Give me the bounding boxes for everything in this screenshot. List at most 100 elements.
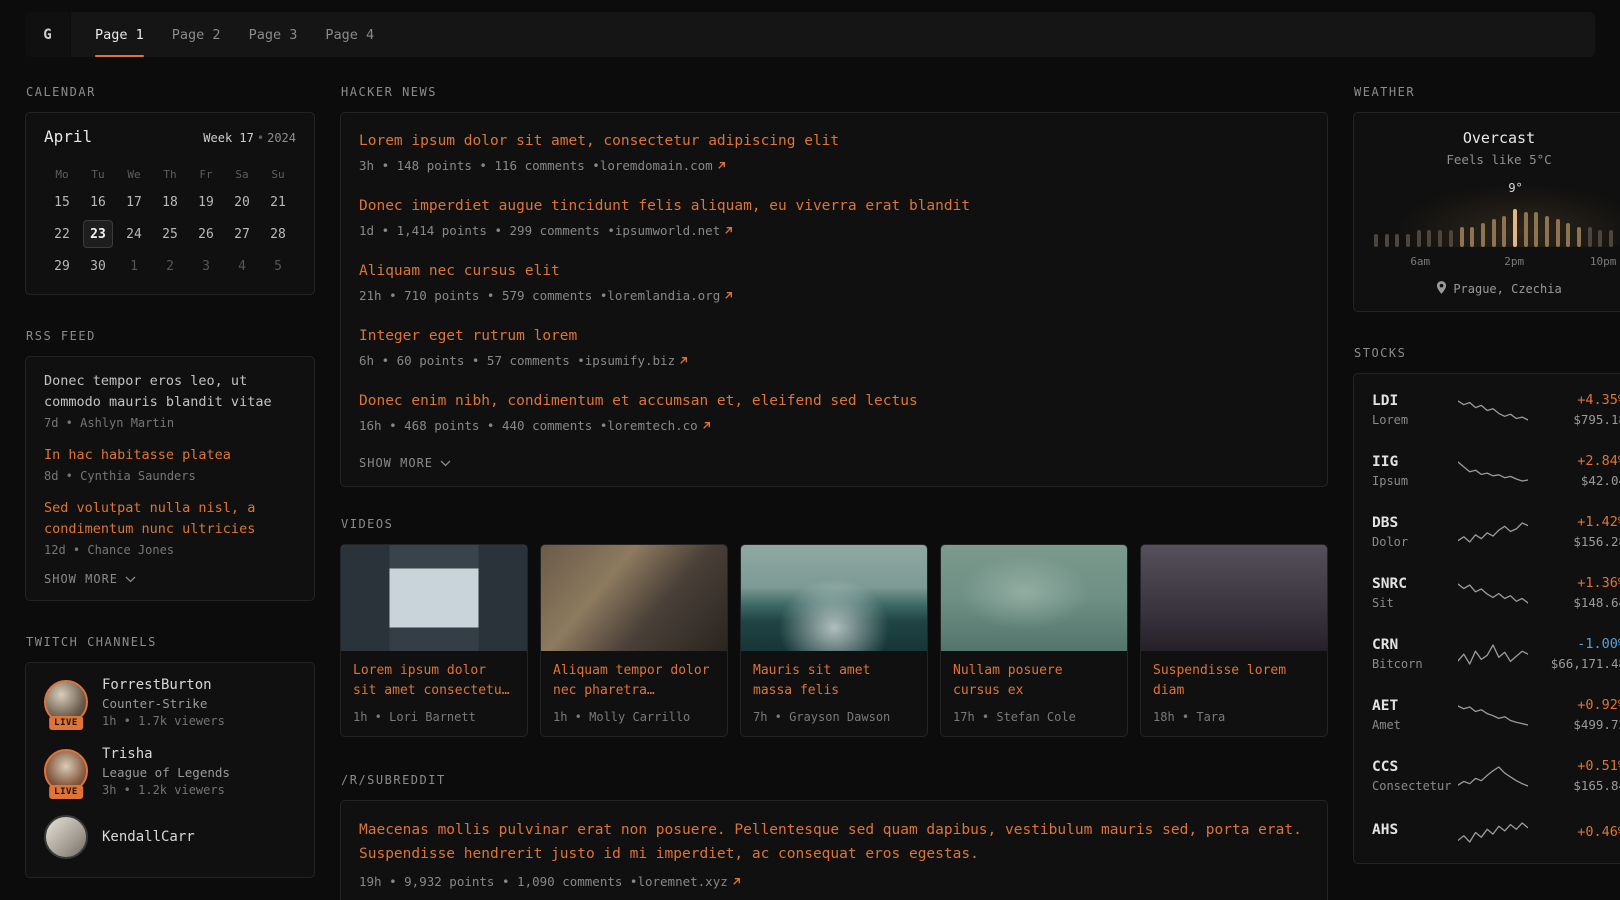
rss-item-title[interactable]: Sed volutpat nulla nisl, a condimentum n… xyxy=(44,498,296,540)
stock-row[interactable]: DBS Dolor +1.42% $156.28 xyxy=(1372,501,1620,562)
live-badge: LIVE xyxy=(49,785,83,799)
video-thumbnail[interactable] xyxy=(941,545,1127,651)
channel-name[interactable]: ForrestBurton xyxy=(102,677,225,693)
twitch-channel-row[interactable]: KendallCarr xyxy=(44,815,296,859)
video-title[interactable]: Suspendisse lorem diam xyxy=(1153,661,1315,701)
calendar-day[interactable]: 2 xyxy=(155,252,185,280)
hackernews-item-title[interactable]: Donec imperdiet augue tincidunt felis al… xyxy=(359,196,1309,217)
stock-change: +1.42% xyxy=(1528,514,1620,530)
weather-bar xyxy=(1470,227,1474,247)
stock-row[interactable]: AET Amet +0.92% $499.72 xyxy=(1372,684,1620,745)
channel-game: League of Legends xyxy=(102,765,230,780)
hackernews-item-title[interactable]: Donec enim nibh, condimentum et accumsan… xyxy=(359,391,1309,412)
video-title[interactable]: Aliquam tempor dolor nec pharetra… xyxy=(553,661,715,701)
twitch-channel-row[interactable]: LIVE Trisha League of Legends 3h • 1.2k … xyxy=(44,746,296,797)
calendar-day[interactable]: 15 xyxy=(47,188,77,216)
video-card[interactable]: Aliquam tempor dolor nec pharetra… 1h • … xyxy=(540,544,728,737)
video-title[interactable]: Mauris sit amet massa felis xyxy=(753,661,915,701)
video-thumbnail[interactable] xyxy=(541,545,727,651)
hackernews-item-domain-link[interactable]: loremlandia.org xyxy=(607,288,733,303)
stock-name: Lorem xyxy=(1372,413,1458,427)
subreddit-item-domain-link[interactable]: loremnet.xyz xyxy=(637,874,740,889)
channel-name[interactable]: Trisha xyxy=(102,746,230,762)
app-logo[interactable]: G xyxy=(25,12,71,57)
video-card[interactable]: Nullam posuere cursus ex 17h • Stefan Co… xyxy=(940,544,1128,737)
calendar-day[interactable]: 30 xyxy=(83,252,113,280)
calendar-day[interactable]: 22 xyxy=(47,220,77,248)
calendar-day[interactable]: 21 xyxy=(263,188,293,216)
page-tab[interactable]: Page 2 xyxy=(172,12,221,57)
stock-name: Bitcorn xyxy=(1372,657,1458,671)
calendar-day[interactable]: 29 xyxy=(47,252,77,280)
weather-temp-label: 9° xyxy=(1508,181,1522,195)
hackernews-item: Integer eget rutrum lorem 6h • 60 points… xyxy=(359,326,1309,368)
external-link-icon xyxy=(724,226,733,235)
rss-item-title[interactable]: Donec tempor eros leo, ut commodo mauris… xyxy=(44,371,296,413)
stocks-section-title: STOCKS xyxy=(1354,346,1620,360)
stock-row[interactable]: LDI Lorem +4.35% $795.18 xyxy=(1372,379,1620,440)
stock-sparkline xyxy=(1458,641,1528,667)
calendar-day[interactable]: 28 xyxy=(263,220,293,248)
page-tab[interactable]: Page 1 xyxy=(95,12,144,57)
rss-section-title: RSS FEED xyxy=(26,329,315,343)
hackernews-item-title[interactable]: Lorem ipsum dolor sit amet, consectetur … xyxy=(359,131,1309,152)
calendar-day[interactable]: 5 xyxy=(263,252,293,280)
channel-game: Counter-Strike xyxy=(102,696,225,711)
rss-show-more-button[interactable]: SHOW MORE xyxy=(44,572,136,586)
hackernews-item-domain-link[interactable]: ipsumworld.net xyxy=(615,223,733,238)
calendar-day[interactable]: 20 xyxy=(227,188,257,216)
hackernews-item-title[interactable]: Integer eget rutrum lorem xyxy=(359,326,1309,347)
channel-name[interactable]: KendallCarr xyxy=(102,829,195,845)
calendar-day[interactable]: 1 xyxy=(119,252,149,280)
stock-name: Ipsum xyxy=(1372,474,1458,488)
weather-bar xyxy=(1460,227,1464,247)
weather-bars xyxy=(1374,205,1620,247)
rss-item-title[interactable]: In hac habitasse platea xyxy=(44,445,296,466)
twitch-channel-row[interactable]: LIVE ForrestBurton Counter-Strike 1h • 1… xyxy=(44,677,296,728)
calendar-day[interactable]: 24 xyxy=(119,220,149,248)
video-card[interactable]: Lorem ipsum dolor sit amet consectetu… 1… xyxy=(340,544,528,737)
hackernews-item-title[interactable]: Aliquam nec cursus elit xyxy=(359,261,1309,282)
page-tab[interactable]: Page 3 xyxy=(249,12,298,57)
video-card[interactable]: Mauris sit amet massa felis 7h • Grayson… xyxy=(740,544,928,737)
hackernews-show-more-button[interactable]: SHOW MORE xyxy=(359,456,451,470)
calendar-day[interactable]: 16 xyxy=(83,188,113,216)
stock-row[interactable]: IIG Ipsum +2.84% $42.04 xyxy=(1372,440,1620,501)
weather-bar xyxy=(1534,212,1538,247)
calendar-day[interactable]: 18 xyxy=(155,188,185,216)
calendar-separator: • xyxy=(257,131,264,145)
video-thumbnail[interactable] xyxy=(741,545,927,651)
calendar-day[interactable]: 4 xyxy=(227,252,257,280)
weather-bar xyxy=(1492,219,1496,247)
stock-row[interactable]: SNRC Sit +1.36% $148.64 xyxy=(1372,562,1620,623)
video-title[interactable]: Nullam posuere cursus ex xyxy=(953,661,1115,701)
video-thumbnail[interactable] xyxy=(1141,545,1327,651)
stock-ticker: AHS xyxy=(1372,822,1458,838)
calendar-day[interactable]: 23 xyxy=(83,220,113,248)
page-tab[interactable]: Page 4 xyxy=(325,12,374,57)
calendar-day[interactable]: 27 xyxy=(227,220,257,248)
calendar-day[interactable]: 26 xyxy=(191,220,221,248)
hackernews-item: Lorem ipsum dolor sit amet, consectetur … xyxy=(359,131,1309,173)
video-title[interactable]: Lorem ipsum dolor sit amet consectetu… xyxy=(353,661,515,701)
calendar-day[interactable]: 17 xyxy=(119,188,149,216)
hackernews-item-domain-link[interactable]: loremtech.co xyxy=(607,418,710,433)
weather-time-labels: 6am2pm10pm xyxy=(1372,255,1620,269)
hackernews-item: Donec enim nibh, condimentum et accumsan… xyxy=(359,391,1309,433)
hackernews-item-domain-link[interactable]: loremdomain.com xyxy=(600,158,726,173)
stock-row[interactable]: CCS Consectetur +0.51% $165.84 xyxy=(1372,745,1620,806)
domain-label: loremtech.co xyxy=(607,418,697,433)
subreddit-item-title[interactable]: Maecenas mollis pulvinar erat non posuer… xyxy=(359,819,1309,865)
stock-name: Amet xyxy=(1372,718,1458,732)
calendar-day[interactable]: 3 xyxy=(191,252,221,280)
twitch-section: TWITCH CHANNELS LIVE ForrestBurton Count… xyxy=(25,635,315,878)
video-card[interactable]: Suspendisse lorem diam 18h • Tara xyxy=(1140,544,1328,737)
calendar-day[interactable]: 19 xyxy=(191,188,221,216)
weather-bar xyxy=(1566,223,1570,247)
stock-row[interactable]: CRN Bitcorn -1.00% $66,171.48 xyxy=(1372,623,1620,684)
weather-location: Prague, Czechia xyxy=(1453,282,1561,296)
calendar-day[interactable]: 25 xyxy=(155,220,185,248)
video-thumbnail[interactable] xyxy=(341,545,527,651)
hackernews-item-domain-link[interactable]: ipsumify.biz xyxy=(585,353,688,368)
stock-row[interactable]: AHS +0.46% xyxy=(1372,806,1620,858)
